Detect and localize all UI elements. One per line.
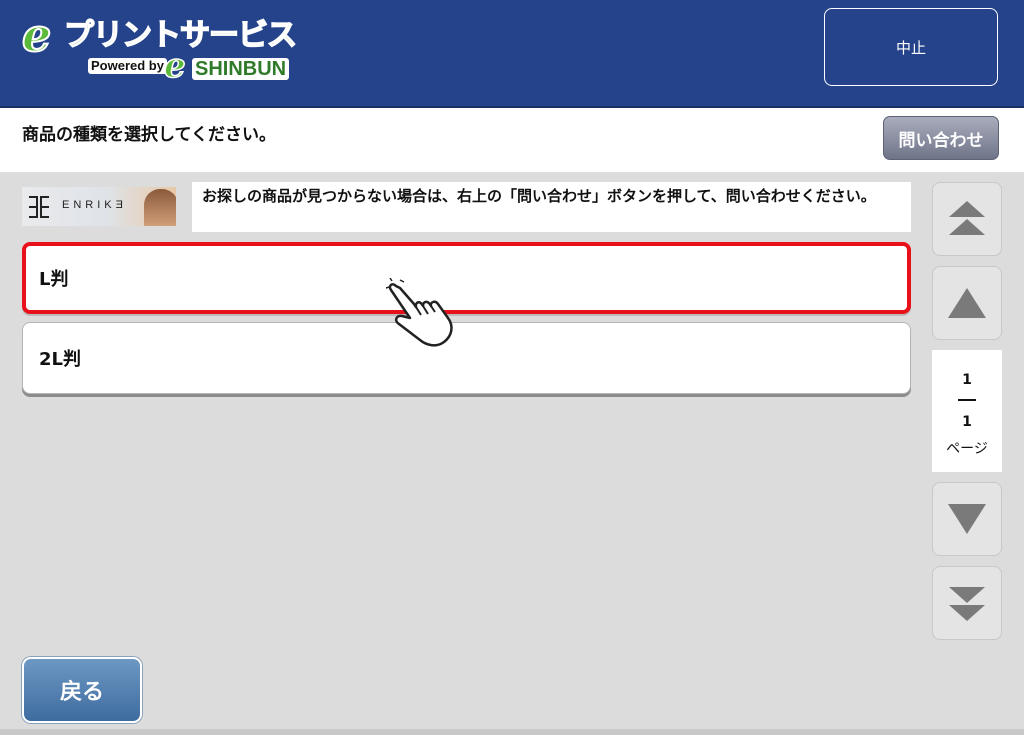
logo-e-letter-small: e	[163, 46, 186, 86]
bottom-strip	[0, 729, 1024, 735]
option-l-size[interactable]: L判	[22, 242, 911, 314]
logo-brand: SHINBUN	[192, 58, 290, 80]
current-page: 1	[962, 372, 972, 388]
notice-text: お探しの商品が見つからない場合は、右上の「問い合わせ」ボタンを押して、問い合わせ…	[192, 182, 911, 232]
double-up-triangle-icon	[949, 201, 985, 235]
enrike-banner: ENRIKƎ	[22, 187, 176, 226]
next-page-button[interactable]	[932, 482, 1002, 556]
pointing-hand-icon	[386, 278, 453, 347]
logo-e-letter: e	[21, 8, 52, 62]
total-pages: 1	[962, 414, 972, 430]
option-2l-size[interactable]: 2L判	[22, 322, 911, 394]
page-label: ページ	[946, 441, 988, 457]
last-page-button[interactable]	[932, 566, 1002, 640]
header-bar: e プリントサービス Powered by e SHINBUN 中止	[0, 0, 1024, 108]
previous-page-button[interactable]	[932, 266, 1002, 340]
inquiry-button[interactable]: 問い合わせ	[883, 116, 999, 160]
page-divider	[958, 399, 976, 401]
down-triangle-icon	[948, 504, 986, 534]
back-button[interactable]: 戻る	[22, 657, 142, 723]
up-triangle-icon	[948, 288, 986, 318]
stop-button[interactable]: 中止	[824, 8, 998, 86]
instruction-text: 商品の種類を選択してください。	[22, 125, 276, 145]
first-page-button[interactable]	[932, 182, 1002, 256]
eprint-logo: e プリントサービス Powered by e SHINBUN	[21, 8, 298, 86]
logo-powered-by: Powered by	[88, 58, 167, 74]
banner-brand-text: ENRIKƎ	[62, 199, 127, 211]
double-down-triangle-icon	[949, 587, 985, 621]
banner-model-photo	[144, 189, 176, 226]
page-indicator: 1 1 ページ	[932, 350, 1002, 472]
instruction-bar: 商品の種類を選択してください。 問い合わせ	[0, 108, 1024, 172]
enrike-mark-icon	[29, 196, 49, 218]
